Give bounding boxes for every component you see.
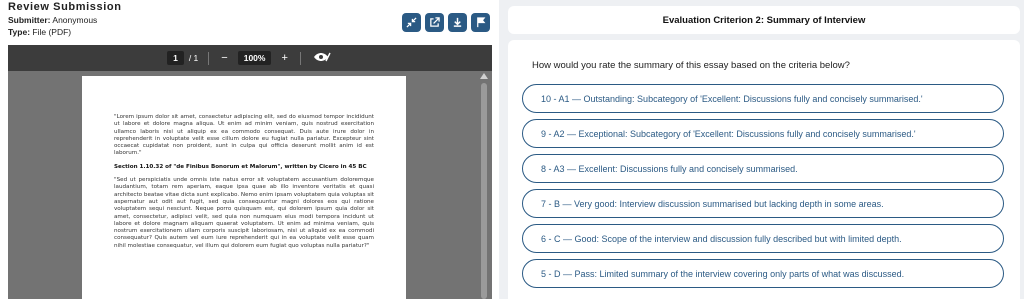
collapse-icon (406, 17, 417, 28)
toolbar-divider (299, 51, 301, 65)
annotations-toggle[interactable] (311, 52, 333, 65)
pdf-viewer: 1 / 1 − 100% + "Lorem ipsum dolor sit am… (8, 45, 492, 299)
rating-option-7[interactable]: 7 - B — Very good: Interview discussion … (522, 189, 1004, 218)
submitter-label: Submitter: (8, 15, 51, 25)
scroll-up-arrow-icon[interactable] (480, 73, 488, 79)
collapse-button[interactable] (402, 13, 421, 32)
rating-option-9[interactable]: 9 - A2 — Exceptional: Subcategory of 'Ex… (522, 119, 1004, 148)
zoom-in-button[interactable]: + (279, 52, 289, 64)
open-external-icon (430, 17, 440, 27)
zoom-level[interactable]: 100% (237, 51, 272, 65)
criterion-header: Evaluation Criterion 2: Summary of Inter… (508, 6, 1020, 34)
pdf-canvas: "Lorem ipsum dolor sit amet, consectetur… (8, 71, 492, 299)
page-count: / 1 (188, 53, 199, 63)
flag-icon (477, 17, 486, 28)
pdf-page: "Lorem ipsum dolor sit amet, consectetur… (82, 76, 406, 299)
criterion-title: Evaluation Criterion 2: Summary of Inter… (662, 14, 866, 26)
zoom-out-button[interactable]: − (219, 52, 229, 64)
doc-paragraph: "Sed ut perspiciatis unde omnis iste nat… (114, 177, 374, 249)
download-button[interactable] (448, 13, 467, 32)
review-panel: Review Submission Submitter: Anonymous T… (0, 0, 499, 299)
scroll-thumb[interactable] (481, 83, 487, 299)
doc-paragraph: "Lorem ipsum dolor sit amet, consectetur… (114, 114, 374, 157)
rating-option-10[interactable]: 10 - A1 — Outstanding: Subcategory of 'E… (522, 84, 1004, 113)
submitter-info: Submitter: Anonymous (8, 15, 97, 25)
open-external-button[interactable] (425, 13, 444, 32)
flag-button[interactable] (471, 13, 490, 32)
download-icon (453, 17, 462, 27)
eye-slash-icon (313, 52, 331, 61)
toolbar-divider (208, 51, 210, 65)
pdf-scrollbar[interactable] (479, 71, 489, 299)
type-label: Type: (8, 27, 31, 37)
page-title: Review Submission (8, 1, 122, 13)
rating-option-6[interactable]: 6 - C — Good: Scope of the interview and… (522, 224, 1004, 253)
action-toolbar (402, 13, 490, 32)
submitter-value: Anonymous (52, 15, 98, 25)
doc-section-heading: Section 1.10.32 of "de Finibus Bonorum e… (114, 163, 367, 170)
page-number-input[interactable]: 1 (167, 51, 184, 65)
type-value: File (PDF) (32, 27, 72, 37)
rating-card: How would you rate the summary of this e… (508, 40, 1020, 299)
rating-option-8[interactable]: 8 - A3 — Excellent: Discussions fully an… (522, 154, 1004, 183)
rating-question: How would you rate the summary of this e… (532, 60, 850, 71)
type-info: Type: File (PDF) (8, 27, 71, 37)
rating-option-5[interactable]: 5 - D — Pass: Limited summary of the int… (522, 259, 1004, 288)
pdf-toolbar: 1 / 1 − 100% + (8, 45, 492, 71)
